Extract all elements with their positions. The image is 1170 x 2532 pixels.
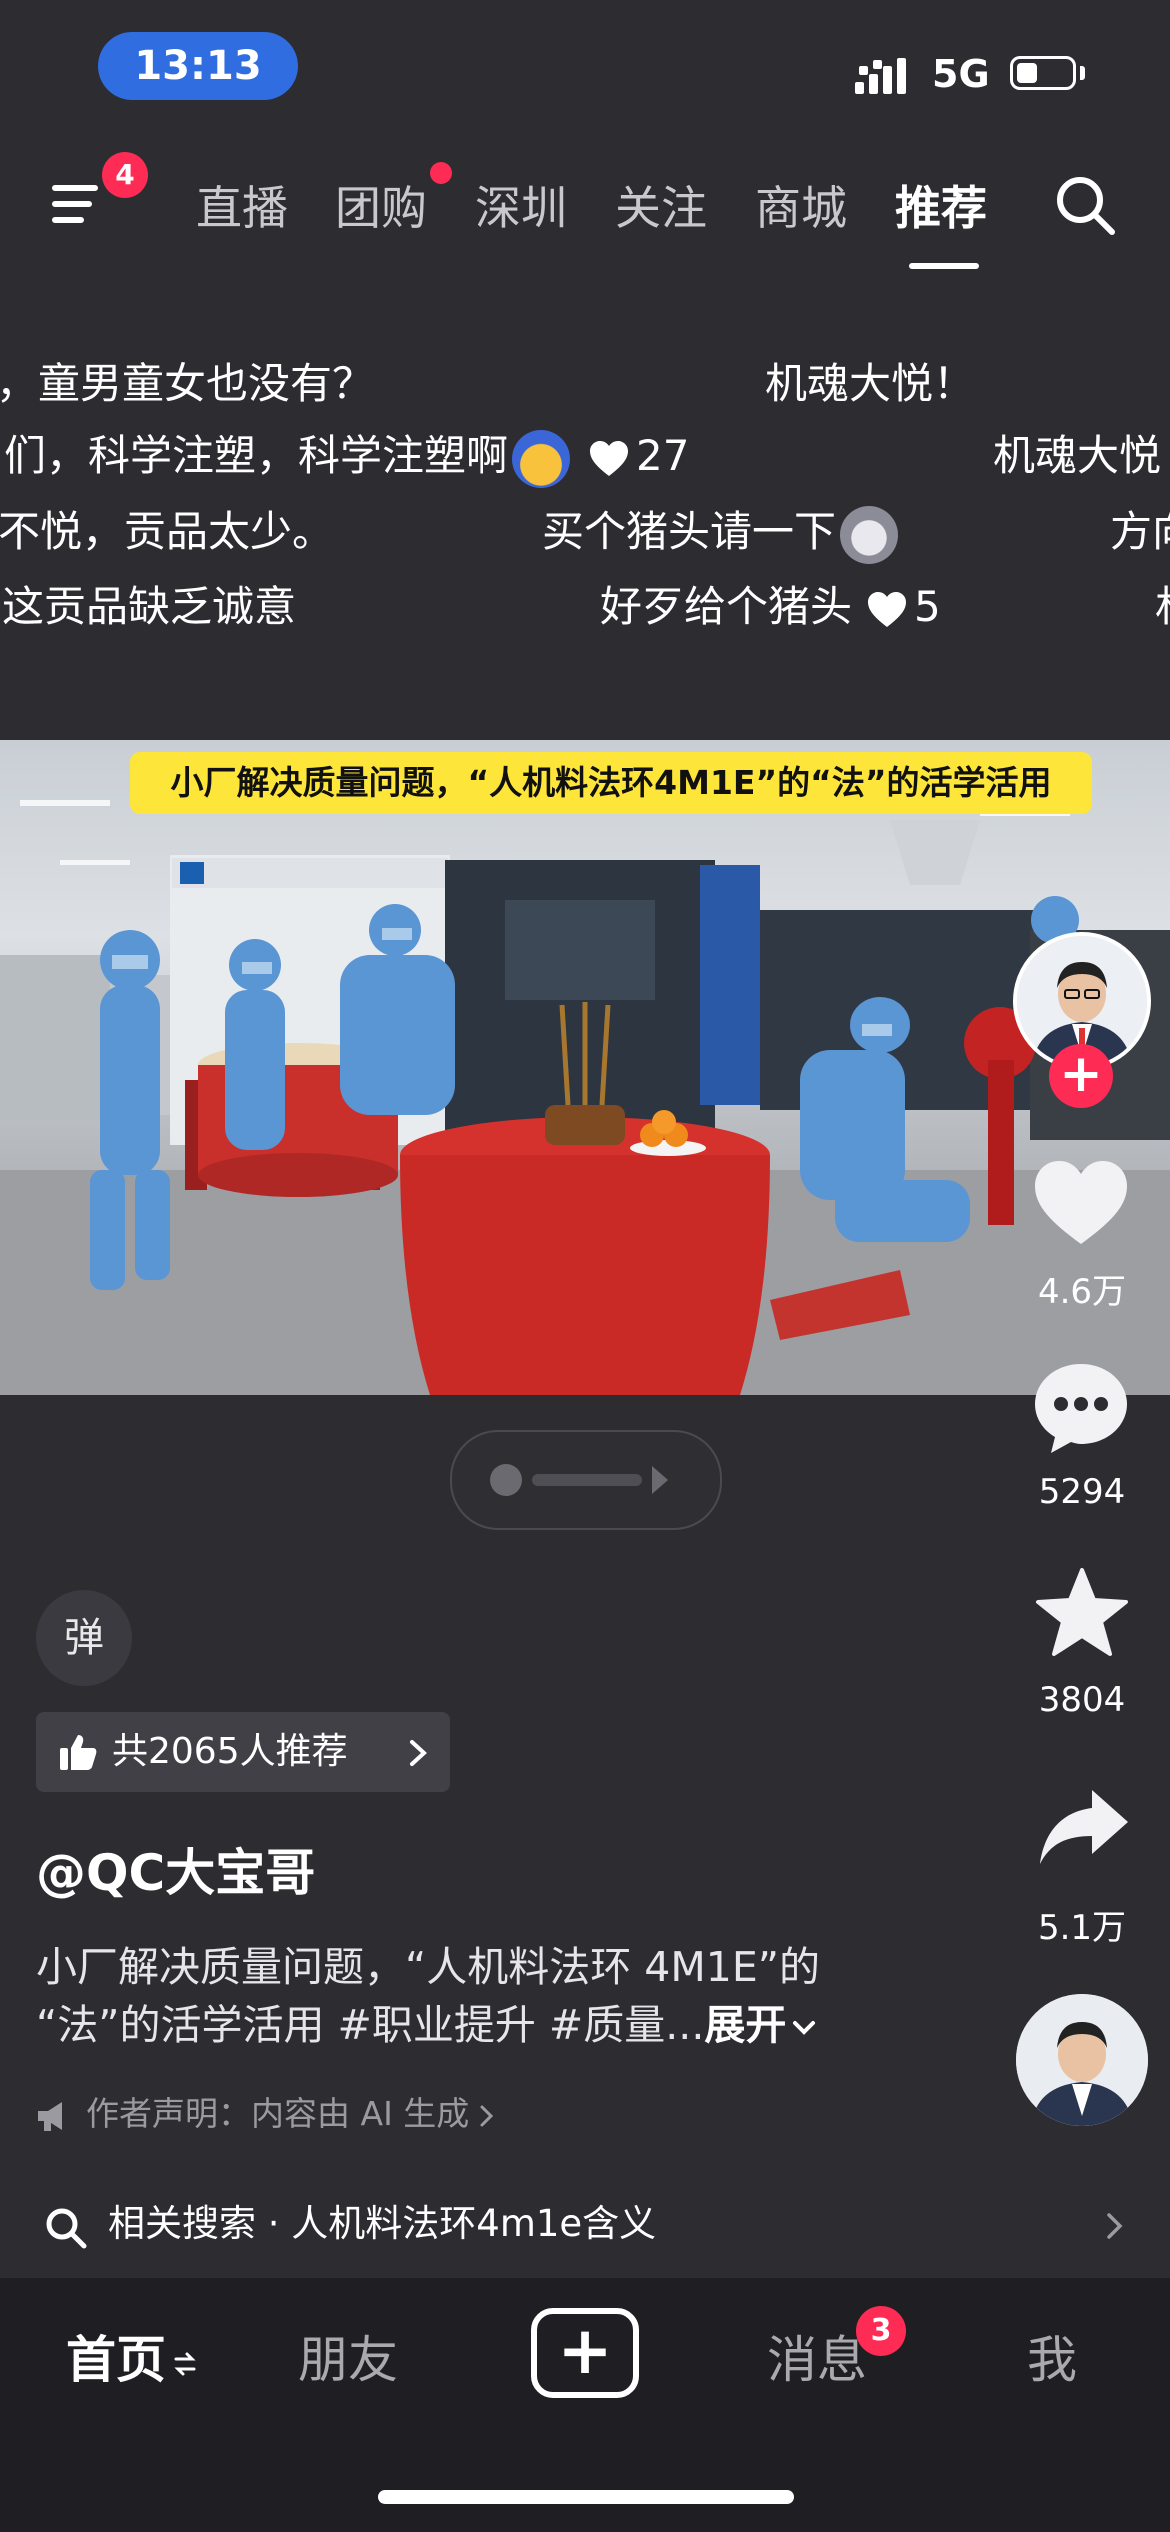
- video-player[interactable]: [0, 740, 1170, 1395]
- nav-messages[interactable]: 消息: [767, 2320, 867, 2392]
- comment-count: 5294: [1038, 1472, 1126, 1512]
- related-search-bar[interactable]: 相关搜索 · 人机料法环4m1e含义: [0, 2180, 1170, 2268]
- video-caption-banner: 小厂解决质量问题，“人机料法环4M1E”的“法”的活学活用: [130, 752, 1092, 814]
- danmaku-item: 材: [1155, 573, 1170, 634]
- danmaku-toggle-button[interactable]: 弹: [36, 1590, 132, 1686]
- description-text: “法”的活学活用 #职业提升 #质量...: [36, 2001, 705, 2049]
- recommend-count-text: 共2065人推荐: [112, 1731, 348, 1772]
- signal-icon: [855, 58, 906, 94]
- sound-pill[interactable]: [450, 1430, 722, 1530]
- heart-icon: [868, 591, 907, 627]
- battery-tip: [1080, 66, 1085, 80]
- like-count: 4.6万: [1037, 1272, 1127, 1312]
- search-icon[interactable]: [1050, 170, 1122, 242]
- star-favorite-icon[interactable]: [1034, 1566, 1130, 1660]
- nav-home-label: 首页: [66, 2331, 166, 2389]
- danmaku-text: 买个猪头请一下: [542, 507, 837, 556]
- music-disc-avatar[interactable]: [1016, 1994, 1148, 2126]
- wolf-emoji-icon: [840, 505, 899, 564]
- video-description: 小厂解决质量问题，“人机料法环 4M1E”的 “法”的活学活用 #职业提升 #质…: [36, 1938, 926, 2054]
- expand-button[interactable]: 展开: [704, 2001, 786, 2049]
- battery-icon: [1010, 56, 1076, 90]
- menu-icon[interactable]: [48, 175, 108, 235]
- video-frame: [0, 795, 1170, 1395]
- tab-active-indicator: [909, 263, 979, 269]
- recommend-pill[interactable]: 共2065人推荐: [36, 1712, 450, 1792]
- description-line-1: 小厂解决质量问题，“人机料法环 4M1E”的: [36, 1943, 820, 1991]
- description-line-2: “法”的活学活用 #职业提升 #质量...展开: [36, 1996, 926, 2054]
- like-heart-icon[interactable]: [1031, 1158, 1131, 1248]
- danmaku-like-count: 5: [914, 582, 941, 631]
- messages-badge: 3: [856, 2306, 906, 2356]
- tab-following[interactable]: 关注: [615, 172, 707, 238]
- danmaku-item: 不悦，贡品太少。: [0, 507, 335, 556]
- follow-plus-button[interactable]: +: [1049, 1044, 1113, 1108]
- danmaku-item: 好歹给个猪头 5: [600, 573, 941, 634]
- comment-icon[interactable]: [1031, 1360, 1131, 1456]
- sound-wave-icon: [490, 1464, 668, 1496]
- danmaku-item: 买个猪头请一下: [542, 498, 902, 564]
- nav-home[interactable]: 首页: [66, 2320, 196, 2392]
- disclaimer-text: 作者声明：内容由 AI 生成: [86, 2094, 470, 2133]
- tab-live[interactable]: 直播: [196, 172, 288, 238]
- danmaku-item: 方向: [1110, 507, 1170, 556]
- network-type: 5G: [932, 52, 990, 96]
- related-search-text: 相关搜索 · 人机料法环4m1e含义: [108, 2202, 657, 2245]
- favorite-count: 3804: [1038, 1680, 1126, 1720]
- create-plus-button[interactable]: +: [531, 2308, 639, 2398]
- search-icon: [46, 2208, 87, 2249]
- status-time: 13:13: [98, 32, 298, 100]
- tab-group-buy-dot: [430, 162, 452, 184]
- tab-group-buy[interactable]: 团购: [335, 172, 427, 238]
- danmaku-like-count: 27: [636, 431, 690, 480]
- chevron-right-icon: [480, 2105, 494, 2126]
- author-disclaimer[interactable]: 作者声明：内容由 AI 生成: [36, 2087, 495, 2135]
- chevron-down-icon: [793, 2021, 816, 2035]
- swap-arrows-icon: [174, 2352, 196, 2375]
- author-name[interactable]: @QC大宝哥: [36, 1833, 315, 1905]
- share-arrow-icon[interactable]: [1036, 1786, 1132, 1868]
- menu-badge: 4: [102, 152, 148, 198]
- danmaku-item: 机魂大悦！: [765, 359, 976, 408]
- nav-me[interactable]: 我: [1027, 2320, 1077, 2392]
- danmaku-item: 这贡品缺乏诚意: [2, 582, 297, 631]
- tab-recommend[interactable]: 推荐: [895, 172, 987, 238]
- danmaku-item: 们，科学注塑，科学注塑啊 27: [4, 422, 689, 488]
- danmaku-text: 们，科学注塑，科学注塑啊: [4, 431, 509, 480]
- share-count: 5.1万: [1037, 1908, 1127, 1948]
- thumbs-up-icon: [60, 1735, 97, 1770]
- danmaku-item: ，童男童女也没有？: [0, 359, 375, 408]
- danmaku-text: 好歹给个猪头: [600, 582, 853, 631]
- tab-mall[interactable]: 商城: [755, 172, 847, 238]
- heart-icon: [590, 440, 629, 476]
- nav-friends[interactable]: 朋友: [298, 2320, 398, 2392]
- megaphone-icon: [38, 2101, 62, 2131]
- tab-shenzhen[interactable]: 深圳: [475, 172, 567, 238]
- face-emoji-icon: [512, 429, 571, 488]
- home-indicator: [378, 2490, 794, 2504]
- chevron-right-icon: [1107, 2213, 1123, 2239]
- danmaku-item: 机魂大悦: [993, 431, 1162, 480]
- chevron-right-icon: [410, 1740, 427, 1766]
